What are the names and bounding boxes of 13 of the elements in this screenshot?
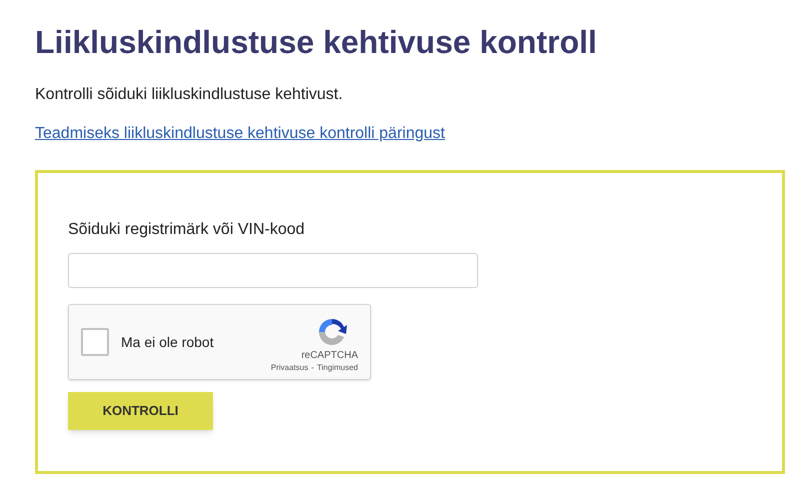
privacy-link[interactable]: Privaatsus [270,362,308,374]
captcha-brand: reCAPTCHA [301,350,358,362]
terms-link[interactable]: Tingimused [316,362,358,374]
page-title: Liikluskindlustuse kehtivuse kontroll [35,23,598,62]
recaptcha-logo-icon [316,316,348,348]
field-label: Sõiduki registrimärk või VIN-kood [68,220,306,240]
captcha-label: Ma ei ole robot [121,332,215,352]
captcha-checkbox[interactable] [81,328,109,356]
link-separator: - [311,362,314,374]
intro-text: Kontrolli sõiduki liikluskindlustuse kehtivust. [35,85,344,105]
submit-button[interactable]: KONTROLLI [68,392,213,430]
input-field[interactable] [68,253,478,288]
info-link[interactable]: Teadmiseks liikluskindlustuse kehtivuse kontrolli päringust [35,124,445,144]
